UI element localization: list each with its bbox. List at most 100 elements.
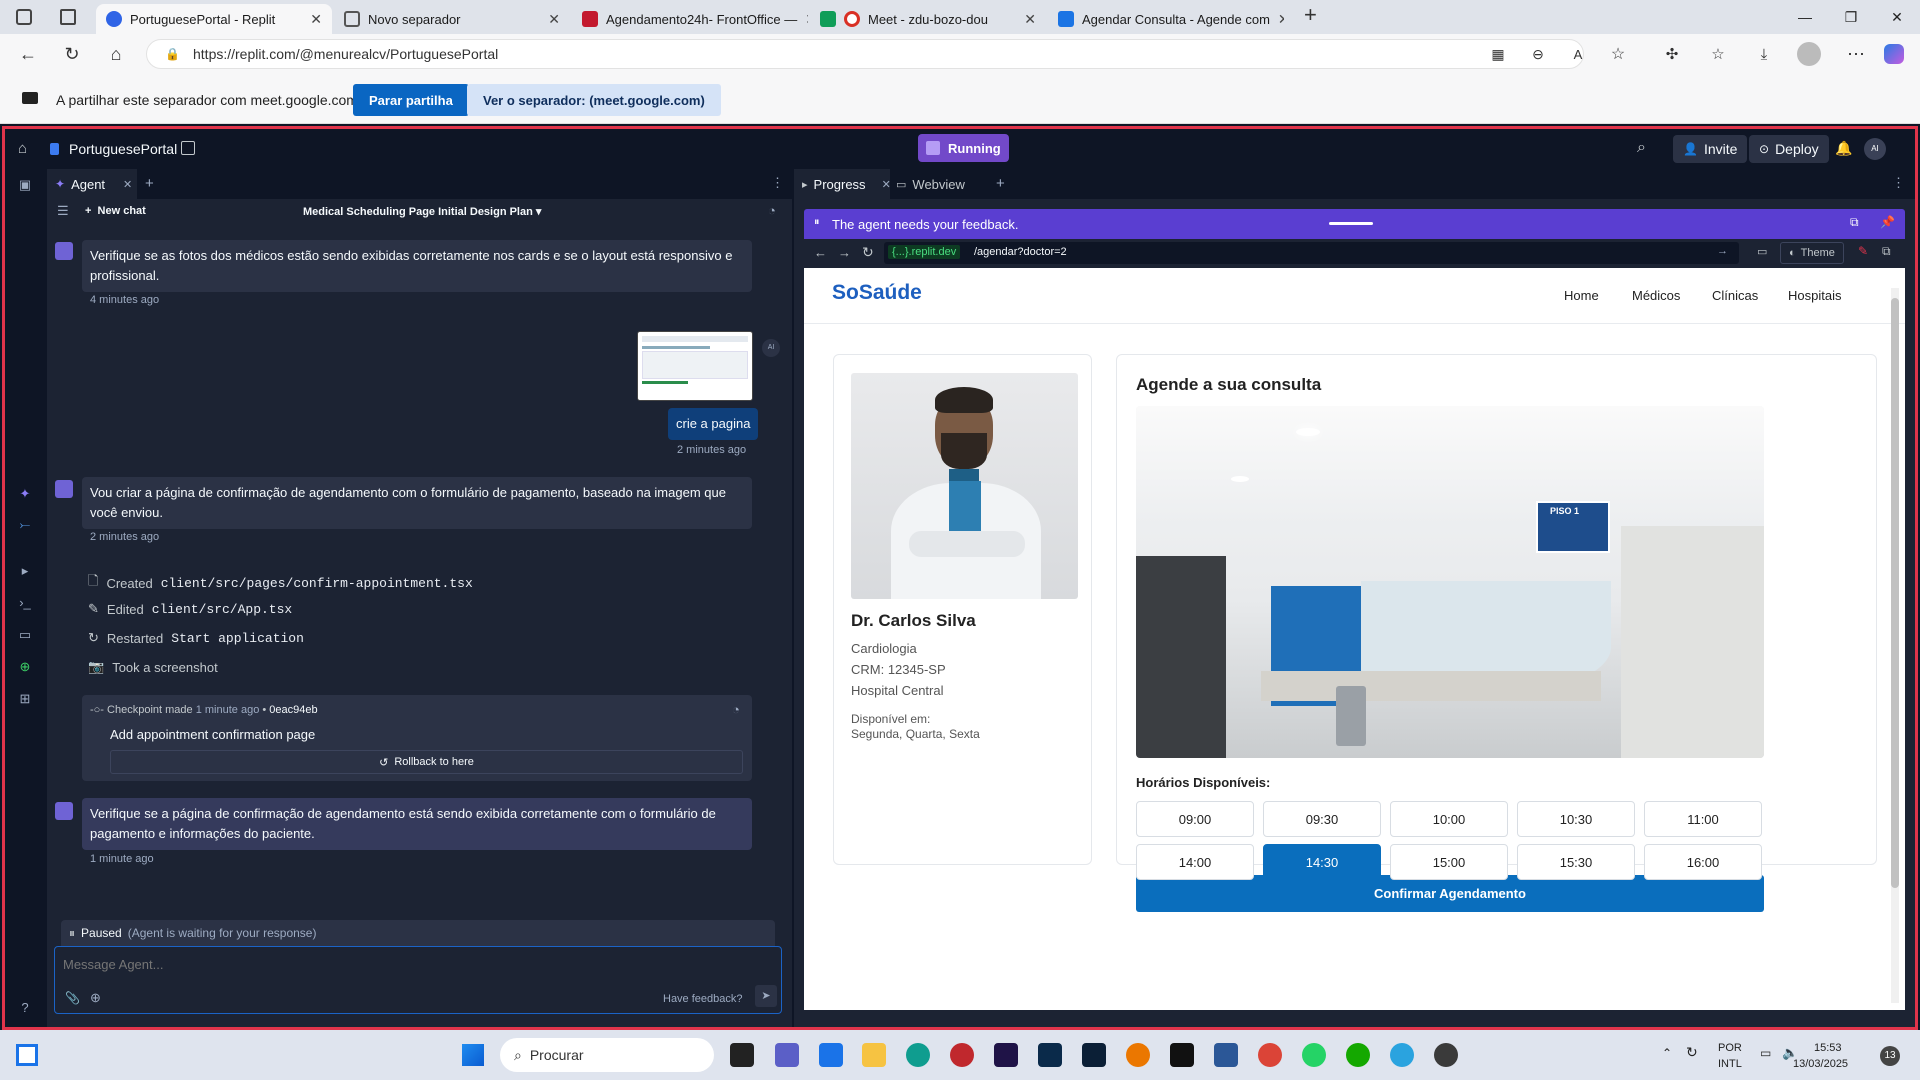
forward-icon[interactable]: → xyxy=(838,245,851,260)
store-icon[interactable] xyxy=(819,1043,843,1067)
read-aloud-icon[interactable]: A xyxy=(1566,42,1590,66)
site-logo[interactable]: SoSaúde xyxy=(832,281,922,305)
nav-hospitais[interactable]: Hospitais xyxy=(1788,288,1841,303)
home-icon[interactable]: ⌂ xyxy=(104,42,128,66)
photoshop-icon[interactable] xyxy=(1082,1043,1106,1067)
tab-agendamento24h[interactable]: Agendamento24h- FrontOffice —✕ xyxy=(572,4,808,34)
checkpoint-icon[interactable]: ◔ xyxy=(732,702,740,717)
tray-chevron-icon[interactable]: ⌃ xyxy=(1662,1046,1672,1060)
app-icon[interactable]: ▦ xyxy=(1486,42,1510,66)
new-tab-icon[interactable]: + xyxy=(1304,2,1317,28)
lightroom-icon[interactable] xyxy=(1038,1043,1062,1067)
action-created-file[interactable]: 🗋 Created client/src/pages/confirm-appoint… xyxy=(88,572,473,594)
language-indicator[interactable]: POR xyxy=(1718,1042,1742,1054)
user-avatar[interactable]: AI xyxy=(1864,138,1886,160)
edge-icon[interactable] xyxy=(906,1043,930,1067)
go-icon[interactable]: → xyxy=(1717,245,1728,257)
pin-icon[interactable]: 📌 xyxy=(1880,215,1895,229)
time-slot-selected[interactable]: 14:30 xyxy=(1263,844,1381,880)
monitor-icon[interactable]: ▭ xyxy=(1760,1046,1771,1060)
menu-icon[interactable]: ☰ xyxy=(57,203,69,219)
close-tab-icon[interactable]: ✕ xyxy=(548,11,560,28)
theme-button[interactable]: ◐ Theme xyxy=(1780,242,1844,264)
app-icon[interactable] xyxy=(1434,1043,1458,1067)
taskbar-search[interactable]: ⌕ Procurar xyxy=(500,1038,714,1072)
webview-url-field[interactable]: {...}.replit.dev /agendar?doctor=2 → xyxy=(884,242,1739,264)
shell-icon[interactable]: ›_ xyxy=(17,595,33,611)
add-tab-icon[interactable]: + xyxy=(996,175,1005,192)
feedback-link[interactable]: Have feedback? xyxy=(663,993,743,1005)
tab-replit[interactable]: PortuguesePortal - Replit ✕ xyxy=(96,4,332,34)
keyboard-layout[interactable]: INTL xyxy=(1718,1058,1742,1070)
app-icon[interactable] xyxy=(950,1043,974,1067)
chat-title[interactable]: Medical Scheduling Page Initial Design P… xyxy=(303,205,541,218)
pane-menu-icon[interactable]: ⋮ xyxy=(771,175,784,191)
close-tab-icon[interactable]: ✕ xyxy=(1278,11,1284,28)
upwork-icon[interactable] xyxy=(1346,1043,1370,1067)
favorites-icon[interactable]: ☆ xyxy=(1706,42,1730,66)
whatsapp-icon[interactable] xyxy=(1302,1043,1326,1067)
restore-icon[interactable]: ❐ xyxy=(1828,0,1874,34)
url-field[interactable]: 🔒 https://replit.com/@menurealcv/Portugue… xyxy=(146,39,1584,69)
nav-home[interactable]: Home xyxy=(1564,288,1599,303)
view-tab-button[interactable]: Ver o separador: (meet.google.com) xyxy=(467,84,721,116)
new-chat-button[interactable]: + New chat xyxy=(85,205,146,217)
tab-webview[interactable]: ▭ Webview xyxy=(896,169,965,199)
add-tab-icon[interactable]: + xyxy=(145,175,154,192)
confirm-button[interactable]: Confirmar Agendamento xyxy=(1136,875,1764,912)
rollback-button[interactable]: ↺ Rollback to here xyxy=(110,750,743,774)
time-slot[interactable]: 11:00 xyxy=(1644,801,1762,837)
time-slot[interactable]: 14:00 xyxy=(1136,844,1254,880)
action-restarted[interactable]: ↻ Restarted Start application xyxy=(88,630,304,646)
message-input[interactable] xyxy=(63,953,753,975)
tab-actions-icon[interactable] xyxy=(60,9,76,25)
file-tree-icon[interactable] xyxy=(181,141,195,155)
time-slot[interactable]: 10:00 xyxy=(1390,801,1508,837)
action-edited-file[interactable]: ✎ Edited client/src/App.tsx xyxy=(88,601,292,617)
help-icon[interactable]: ? xyxy=(17,1000,33,1016)
nav-clinicas[interactable]: Clínicas xyxy=(1712,288,1758,303)
send-icon[interactable]: ➤ xyxy=(755,985,777,1007)
home-icon[interactable]: ⌂ xyxy=(18,140,27,157)
pane-menu-icon[interactable]: ⋮ xyxy=(1892,175,1905,191)
tab-agendar-consulta[interactable]: Agendar Consulta - Agende com ✕ xyxy=(1048,4,1284,34)
start-icon[interactable] xyxy=(462,1044,484,1066)
attach-icon[interactable]: 📎 xyxy=(65,991,80,1005)
favorite-icon[interactable]: ☆ xyxy=(1606,42,1630,66)
deploy-button[interactable]: ⊙ Deploy xyxy=(1749,135,1829,163)
agent-icon[interactable]: ✦ xyxy=(17,486,33,502)
close-tab-icon[interactable]: ✕ xyxy=(1024,11,1036,28)
webview-icon[interactable]: ▭ xyxy=(17,627,33,643)
stop-sharing-button[interactable]: Parar partilha xyxy=(353,84,469,116)
zoom-icon[interactable]: ⊖ xyxy=(1526,42,1550,66)
notifications-icon[interactable]: 🔔 xyxy=(1835,140,1852,157)
file-explorer-icon[interactable] xyxy=(730,1043,754,1067)
devices-icon[interactable]: ▭ xyxy=(1757,245,1767,258)
minimize-icon[interactable]: — xyxy=(1782,0,1828,34)
time-slot[interactable]: 15:30 xyxy=(1517,844,1635,880)
copilot-icon[interactable] xyxy=(1884,44,1904,64)
premiere-icon[interactable] xyxy=(994,1043,1018,1067)
teams-icon[interactable] xyxy=(775,1043,799,1067)
clock-date[interactable]: 13/03/2025 xyxy=(1793,1058,1848,1070)
telegram-icon[interactable] xyxy=(1390,1043,1414,1067)
reload-icon[interactable]: ↻ xyxy=(60,42,84,66)
time-slot[interactable]: 10:30 xyxy=(1517,801,1635,837)
extensions-icon[interactable]: ✣ xyxy=(1660,42,1684,66)
time-slot[interactable]: 16:00 xyxy=(1644,844,1762,880)
run-status-button[interactable]: Running xyxy=(918,134,1009,162)
tray-sync-icon[interactable]: ↻ xyxy=(1686,1044,1698,1061)
devtools-icon[interactable]: ✎ xyxy=(1858,244,1868,258)
notification-badge[interactable]: 13 xyxy=(1880,1046,1900,1066)
time-slot[interactable]: 15:00 xyxy=(1390,844,1508,880)
clock-time[interactable]: 15:53 xyxy=(1814,1042,1842,1054)
git-icon[interactable]: ⤚ xyxy=(17,517,33,533)
tab-agent[interactable]: ✦ Agent ✕ xyxy=(47,169,137,199)
close-tab-icon[interactable]: ✕ xyxy=(882,178,891,191)
search-icon[interactable]: ⌕ xyxy=(1637,139,1646,157)
close-window-icon[interactable]: ✕ xyxy=(1874,0,1920,34)
attached-screenshot-thumbnail[interactable] xyxy=(637,331,753,401)
tab-progress[interactable]: ▸ Progress ✕ xyxy=(794,169,891,199)
folder-icon[interactable] xyxy=(862,1043,886,1067)
drag-handle[interactable] xyxy=(1329,222,1373,225)
